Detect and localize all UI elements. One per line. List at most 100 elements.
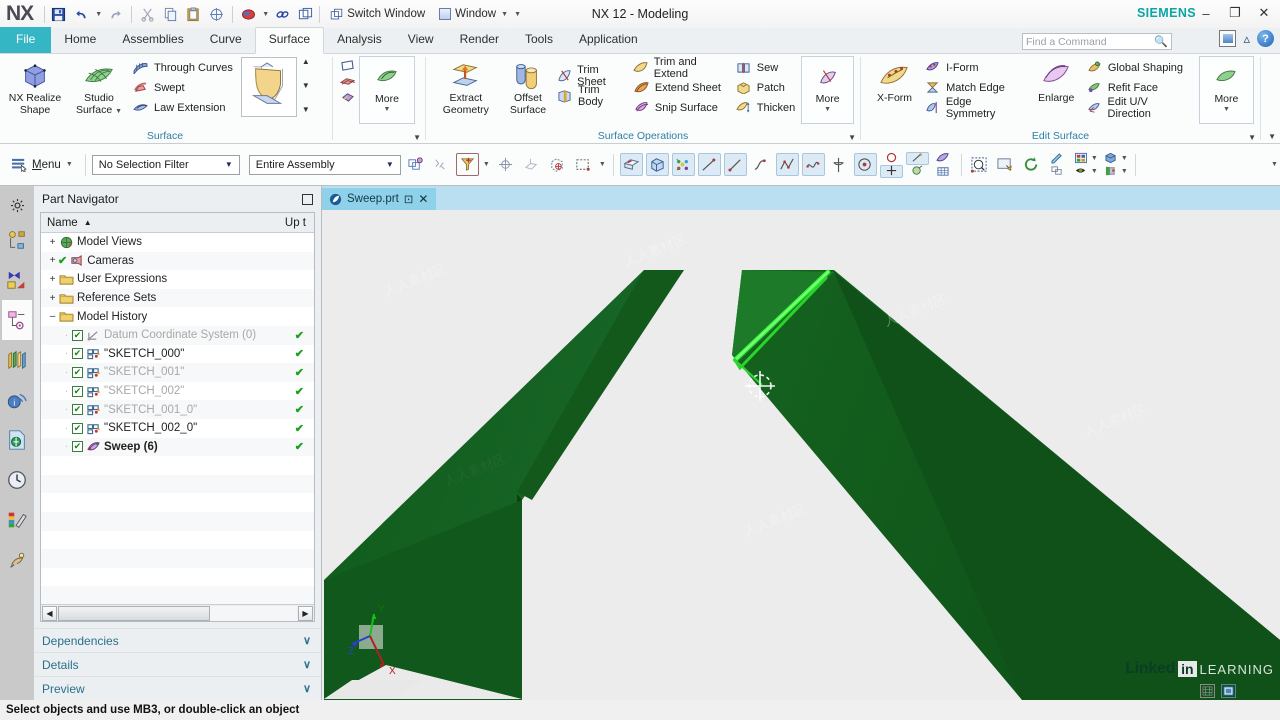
scroll-thumb[interactable]	[58, 605, 210, 621]
node-checkbox[interactable]: ✔	[72, 366, 83, 378]
spline-icon[interactable]	[775, 153, 799, 176]
snap-point-icon[interactable]	[430, 153, 453, 176]
tree-node[interactable]: + Model Views	[41, 233, 314, 252]
pin-panel-icon[interactable]	[302, 193, 313, 205]
scroll-track[interactable]	[58, 605, 297, 621]
collapse-ribbon-icon[interactable]: ▵	[1243, 31, 1250, 47]
rail-roles-icon[interactable]	[2, 540, 32, 580]
color-icon[interactable]	[1102, 165, 1120, 178]
ribbon-overflow-icon[interactable]: ▼	[1268, 132, 1276, 141]
sketch-stack2[interactable]	[905, 151, 929, 178]
line2-icon[interactable]	[723, 153, 747, 176]
node-checkbox[interactable]: ✔	[72, 348, 83, 360]
tree-node[interactable]: · ✔ "SKETCH_002_0" ✔	[41, 419, 314, 438]
overflow-dropdown-icon[interactable]: ▼	[1271, 161, 1280, 168]
rail-assembly-navigator-icon[interactable]	[2, 220, 32, 260]
select-dropdown-icon[interactable]: ▼	[598, 161, 607, 168]
shaded-dropdown-icon[interactable]: ▼	[1120, 155, 1129, 162]
chevron-down-icon[interactable]: ▼	[500, 11, 509, 18]
edit-uv-direction-button[interactable]: Edit U/V Direction	[1086, 96, 1197, 120]
document-tab-sweep[interactable]: Sweep.prt ⊡ ✕	[322, 188, 437, 210]
scope-dropdown[interactable]: Entire Assembly ▼	[248, 154, 401, 175]
datum-plane-icon[interactable]	[671, 153, 695, 176]
tree-node[interactable]: · ✔ "SKETCH_000" ✔	[41, 345, 314, 364]
plus-icon[interactable]	[879, 164, 903, 178]
tree-node[interactable]: – Model History	[41, 307, 314, 326]
expand-icon[interactable]: +	[47, 237, 58, 248]
chevron-down-icon[interactable]: ▼	[221, 160, 237, 169]
sketch-stack[interactable]	[879, 152, 903, 178]
tree-node[interactable]: · ✔ Sweep (6) ✔	[41, 438, 314, 457]
viewport-corner-icons[interactable]	[1200, 684, 1236, 698]
extend-sheet-button[interactable]: Extend Sheet	[633, 78, 733, 97]
undo-history-dropdown-icon[interactable]: ▼	[261, 11, 270, 18]
pencil-icon[interactable]	[1046, 152, 1069, 165]
surface-gallery[interactable]	[240, 57, 297, 117]
switch-window-button[interactable]: Switch Window	[323, 8, 432, 21]
view-stack2[interactable]: ▼ ▼	[1072, 152, 1099, 178]
chevron-down-icon[interactable]: ∨	[303, 634, 311, 647]
undo-history-icon[interactable]	[238, 4, 259, 25]
view-stack1[interactable]	[1046, 152, 1069, 178]
refit-face-button[interactable]: Refit Face	[1086, 78, 1197, 97]
surface-stack[interactable]	[932, 152, 955, 178]
ribbon-tab-strip[interactable]: File Home Assemblies Curve Surface Analy…	[0, 27, 1280, 54]
thicken-button[interactable]: Thicken	[735, 98, 800, 117]
rail-hd3d-icon[interactable]: i	[2, 380, 32, 420]
rail-constraint-navigator-icon[interactable]	[2, 260, 32, 300]
window-layout-icon[interactable]	[295, 4, 316, 25]
snap-dropdown-icon[interactable]: ▼	[482, 161, 491, 168]
tab-curve[interactable]: Curve	[197, 28, 255, 53]
rail-web-browser-icon[interactable]	[2, 420, 32, 460]
node-checkbox[interactable]: ✔	[72, 385, 83, 397]
find-command-input[interactable]: Find a Command 🔍	[1022, 33, 1172, 50]
help-icon[interactable]: ?	[1257, 30, 1274, 47]
sketch-line-icon[interactable]	[905, 151, 929, 165]
assembly-icon[interactable]	[1046, 165, 1069, 178]
render-dropdown-icon[interactable]: ▼	[1090, 168, 1099, 175]
collapse-icon[interactable]: –	[47, 311, 58, 322]
paste-icon[interactable]	[183, 4, 204, 25]
rectangle-select-icon[interactable]	[572, 153, 595, 176]
tree-column-header[interactable]: Name ▲ Up t	[41, 213, 314, 233]
tab-application[interactable]: Application	[566, 28, 651, 53]
match-edge-button[interactable]: Match Edge	[924, 78, 1027, 97]
color-dropdown-icon[interactable]: ▼	[1120, 168, 1129, 175]
document-close-icon[interactable]: ✕	[418, 192, 428, 206]
rail-process-studio-icon[interactable]	[2, 500, 32, 540]
trim-and-extend-button[interactable]: Trim and Extend	[633, 56, 733, 80]
tree-node[interactable]: · ✔ "SKETCH_001_0" ✔	[41, 400, 314, 419]
node-checkbox[interactable]: ✔	[72, 422, 83, 434]
section-preview[interactable]: Preview ∨	[34, 676, 321, 700]
chevron-down-icon[interactable]: ▼	[115, 108, 122, 115]
layout-icon[interactable]	[1072, 152, 1090, 165]
node-checkbox[interactable]: ✔	[72, 441, 83, 453]
group-expand-icon[interactable]: ▼	[1248, 133, 1256, 142]
tab-render[interactable]: Render	[447, 28, 512, 53]
axis-icon[interactable]	[828, 153, 851, 176]
expand-icon[interactable]: +	[47, 274, 58, 285]
node-checkbox[interactable]: ✔	[72, 329, 83, 341]
chevron-down-icon[interactable]: ▼	[383, 106, 392, 114]
box-icon[interactable]	[645, 153, 669, 176]
n-sided-surface-icon[interactable]	[340, 91, 355, 104]
gallery-navigation[interactable]: ▲ ▼ ▼	[301, 56, 311, 116]
tab-tools[interactable]: Tools	[512, 28, 566, 53]
surface-more-button[interactable]: More ▼	[359, 56, 415, 124]
undo-icon[interactable]	[71, 4, 92, 25]
studio-surface-button[interactable]: Studio Surface ▼	[68, 56, 130, 117]
rail-settings-icon[interactable]	[2, 190, 32, 220]
group-expand-icon[interactable]: ▼	[413, 133, 421, 142]
tree-node[interactable]: · ✔ Datum Coordinate System (0) ✔	[41, 326, 314, 345]
grid-snap-icon[interactable]	[1200, 684, 1215, 698]
tab-surface[interactable]: Surface	[254, 27, 325, 54]
gallery-up-icon[interactable]: ▲	[302, 58, 310, 66]
selection-filter-dropdown[interactable]: No Selection Filter ▼	[91, 154, 240, 175]
scroll-left-icon[interactable]: ◀	[42, 605, 57, 621]
sew-button[interactable]: Sew	[735, 58, 800, 77]
surface-operations-more-button[interactable]: More ▼	[801, 56, 854, 124]
tree-node[interactable]: + Reference Sets	[41, 289, 314, 308]
tab-analysis[interactable]: Analysis	[324, 28, 395, 53]
tree-node[interactable]: + ✔ Cameras	[41, 252, 314, 271]
document-tab-bar[interactable]: Sweep.prt ⊡ ✕	[322, 186, 1280, 210]
